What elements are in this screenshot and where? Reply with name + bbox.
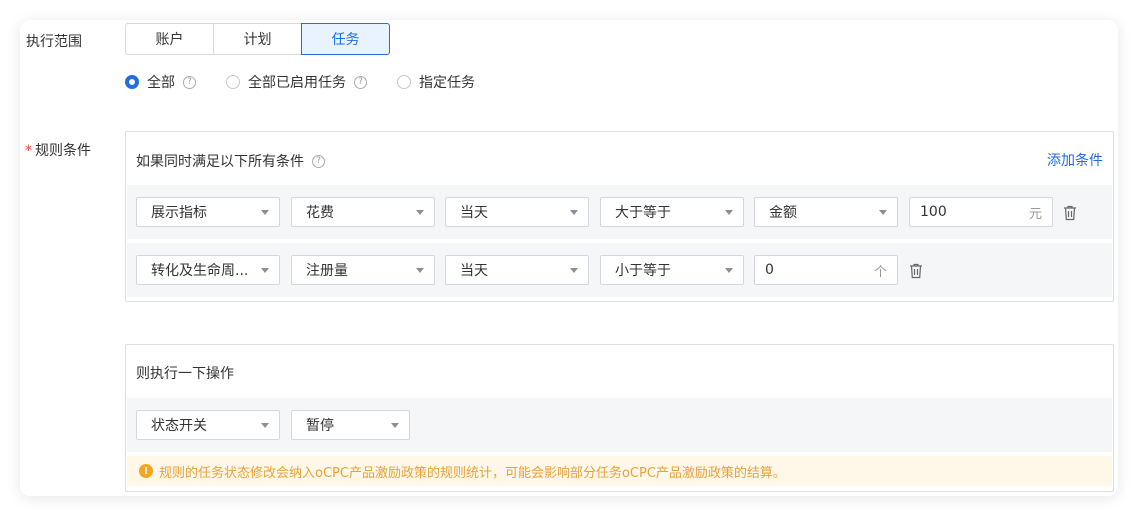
- condition-row: 展示指标 花费 当天 大于等于 金额 100 元: [127, 185, 1112, 239]
- caret-down-icon: [261, 423, 269, 428]
- threshold-input[interactable]: 100 元: [909, 197, 1053, 227]
- operator-select[interactable]: 小于等于: [600, 255, 744, 285]
- rules-label-text: 规则条件: [35, 143, 91, 159]
- caret-down-icon: [391, 423, 399, 428]
- radio-unchecked-icon[interactable]: [226, 75, 240, 89]
- field-select[interactable]: 注册量: [291, 255, 435, 285]
- threshold-input-value: 100: [920, 204, 947, 220]
- conditions-panel-title: 如果同时满足以下所有条件 ?: [136, 151, 325, 171]
- unit-select-value: 金额: [769, 205, 797, 221]
- exclamation-circle-icon: !: [139, 464, 153, 478]
- add-condition-link[interactable]: 添加条件: [1047, 150, 1103, 170]
- period-select[interactable]: 当天: [445, 197, 589, 227]
- help-circle-icon[interactable]: ?: [183, 75, 196, 89]
- operator-select[interactable]: 大于等于: [600, 197, 744, 227]
- field-select-value: 花费: [306, 205, 334, 221]
- scope-segmented-control: 账户 计划 任务: [125, 23, 390, 55]
- radio-specified-label: 指定任务: [419, 75, 475, 91]
- tab-task[interactable]: 任务: [301, 23, 390, 55]
- scope-radio-group: 全部 ? 全部已启用任务 ? 指定任务: [125, 72, 505, 92]
- help-circle-icon[interactable]: ?: [354, 75, 367, 89]
- action-value-text: 暂停: [306, 418, 334, 434]
- caret-down-icon: [879, 210, 887, 215]
- caret-down-icon: [261, 210, 269, 215]
- radio-all-enabled-tasks[interactable]: 全部已启用任务 ?: [226, 72, 367, 92]
- action-value-select[interactable]: 暂停: [291, 410, 410, 440]
- caret-down-icon: [725, 268, 733, 273]
- required-mark: *: [25, 143, 32, 159]
- period-select[interactable]: 当天: [445, 255, 589, 285]
- metric-select-value: 展示指标: [151, 205, 207, 221]
- warning-text: 规则的任务状态修改会纳入oCPC产品激励政策的规则统计，可能会影响部分任务oCP…: [159, 465, 786, 481]
- field-select-value: 注册量: [306, 263, 348, 279]
- condition-row: 转化及生命周... 注册量 当天 小于等于 0个: [127, 243, 1112, 297]
- caret-down-icon: [416, 268, 424, 273]
- threshold-input[interactable]: 0个: [754, 255, 898, 285]
- caret-down-icon: [416, 210, 424, 215]
- period-select-value: 当天: [460, 205, 488, 221]
- caret-down-icon: [570, 210, 578, 215]
- radio-all[interactable]: 全部 ?: [125, 72, 196, 92]
- radio-specified-tasks[interactable]: 指定任务: [397, 72, 475, 92]
- field-select[interactable]: 花费: [291, 197, 435, 227]
- threshold-suffix: 个: [873, 264, 887, 280]
- metric-select[interactable]: 展示指标: [136, 197, 280, 227]
- action-type-select[interactable]: 状态开关: [136, 410, 280, 440]
- action-type-value: 状态开关: [151, 418, 207, 434]
- unit-select[interactable]: 金额: [754, 197, 898, 227]
- metric-select[interactable]: 转化及生命周...: [136, 255, 280, 285]
- operator-select-value: 大于等于: [615, 205, 671, 221]
- rules-label: * 规则条件: [25, 140, 91, 160]
- conditions-title-text: 如果同时满足以下所有条件: [136, 154, 304, 170]
- tab-plan[interactable]: 计划: [213, 23, 302, 55]
- conditions-panel: 如果同时满足以下所有条件 ? 添加条件 展示指标 花费 当天 大于等于 金额 1…: [125, 131, 1114, 302]
- radio-all-enabled-label: 全部已启用任务: [248, 75, 346, 91]
- threshold-input-value: 0: [765, 262, 774, 278]
- tab-account[interactable]: 账户: [125, 23, 214, 55]
- caret-down-icon: [725, 210, 733, 215]
- action-row: 状态开关 暂停: [127, 398, 1112, 452]
- radio-all-label: 全部: [147, 75, 175, 91]
- radio-unchecked-icon[interactable]: [397, 75, 411, 89]
- trash-icon[interactable]: [1063, 205, 1077, 221]
- caret-down-icon: [261, 268, 269, 273]
- trash-icon[interactable]: [909, 263, 923, 279]
- caret-down-icon: [570, 268, 578, 273]
- scope-label: 执行范围: [26, 34, 82, 50]
- operator-select-value: 小于等于: [615, 263, 671, 279]
- action-panel: 则执行一下操作 状态开关 暂停 ! 规则的任务状态修改会纳入oCPC产品激励政策…: [125, 344, 1114, 492]
- warning-banner: ! 规则的任务状态修改会纳入oCPC产品激励政策的规则统计，可能会影响部分任务o…: [127, 456, 1112, 486]
- period-select-value: 当天: [460, 263, 488, 279]
- action-panel-title: 则执行一下操作: [136, 366, 234, 382]
- help-circle-icon[interactable]: ?: [312, 154, 325, 168]
- threshold-suffix: 元: [1028, 206, 1042, 222]
- radio-checked-icon[interactable]: [125, 75, 139, 89]
- metric-select-value: 转化及生命周...: [151, 263, 249, 279]
